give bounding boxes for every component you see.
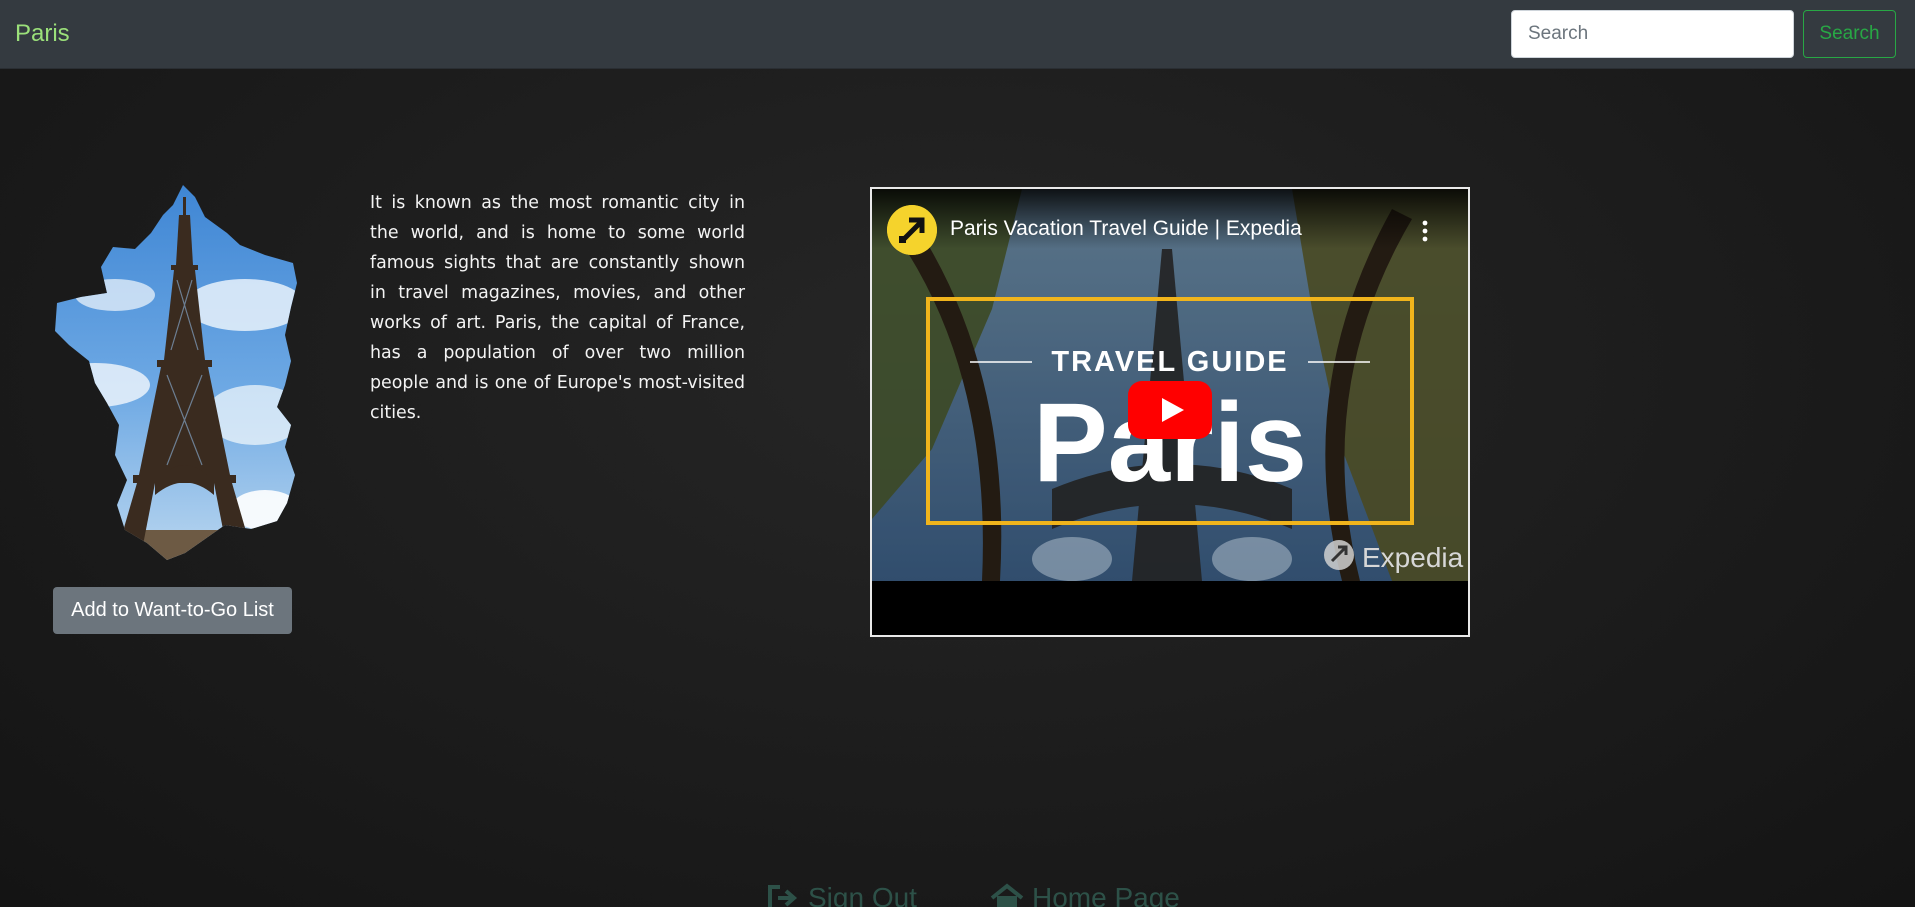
sign-out-link[interactable]: Sign Out <box>766 882 917 907</box>
thumbnail-heading: TRAVEL GUIDE <box>1051 346 1288 378</box>
expedia-watermark: Expedia <box>1362 542 1464 573</box>
youtube-play-icon[interactable] <box>1128 381 1212 439</box>
search-input[interactable] <box>1511 10 1794 58</box>
top-navbar: Paris Search <box>0 0 1915 69</box>
sign-out-icon <box>768 885 798 907</box>
home-icon <box>990 883 1024 907</box>
home-page-label: Home Page <box>1032 882 1180 907</box>
video-player[interactable]: TRAVEL GUIDE Paris Expedia Paris Vacatio… <box>870 187 1470 637</box>
channel-logo-icon[interactable] <box>887 205 937 255</box>
france-map-eiffel-tower-image <box>55 185 297 560</box>
more-options-icon[interactable] <box>1419 220 1431 242</box>
home-page-link[interactable]: Home Page <box>990 882 1180 907</box>
brand-title[interactable]: Paris <box>15 20 70 48</box>
sign-out-label: Sign Out <box>808 882 917 907</box>
search-button[interactable]: Search <box>1803 10 1896 58</box>
video-title[interactable]: Paris Vacation Travel Guide | Expedia <box>950 217 1302 241</box>
city-description: It is known as the most romantic city in… <box>370 193 745 423</box>
video-letterbox <box>872 581 1468 635</box>
add-to-want-to-go-button[interactable]: Add to Want-to-Go List <box>53 587 292 634</box>
